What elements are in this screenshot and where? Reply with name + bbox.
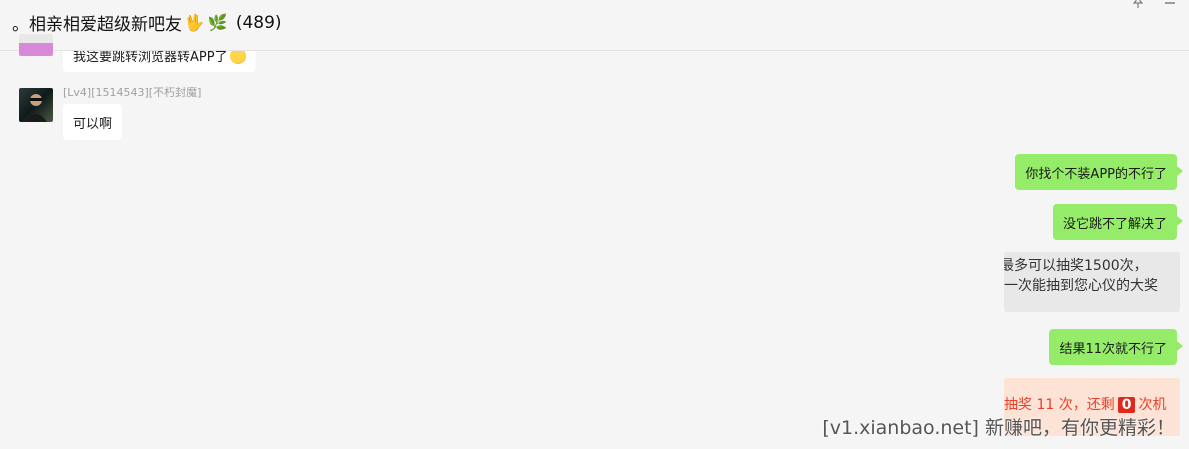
image-text-line: 已抽奖 11 次，还剩0次机 bbox=[1004, 394, 1166, 414]
pin-icon[interactable] bbox=[1128, 0, 1148, 12]
message-text: 你找个不装APP的不行了 bbox=[1025, 167, 1167, 182]
avatar[interactable] bbox=[19, 34, 53, 56]
minimize-icon[interactable] bbox=[1160, 0, 1180, 10]
member-count: (489) bbox=[235, 12, 282, 33]
person-icon bbox=[25, 94, 47, 122]
watermark: [v1.xianbao.net] 新赚吧，有你更精彩！ bbox=[822, 417, 1175, 439]
leaf-emoji-icon: 🌿 bbox=[207, 13, 228, 32]
chat-header: 。相亲相爱超级新吧友 🖖 🌿 (489) bbox=[0, 0, 1189, 51]
lottery-suffix-text: 次机 bbox=[1138, 397, 1167, 413]
avatar[interactable] bbox=[19, 88, 53, 122]
lottery-count-text: 已抽奖 11 次，还剩 bbox=[1004, 397, 1115, 413]
message-bubble[interactable]: 没它跳不了解决了 bbox=[1052, 204, 1184, 240]
message-bubble[interactable]: 结果11次就不行了 bbox=[1049, 329, 1183, 365]
message-text: 没它跳不了解决了 bbox=[1062, 217, 1167, 232]
chat-window: 。相亲相爱超级新吧友 🖖 🌿 (489) 我这要跳转浏览器转APP了 [Lv4]… bbox=[0, 0, 1189, 449]
sender-name: [Lv4][1514543][不朽封魔] bbox=[63, 86, 202, 99]
image-text-line: 最多可以抽奖1500次， bbox=[1004, 258, 1148, 274]
message-text: 我这要跳转浏览器转APP了 bbox=[73, 50, 228, 65]
message-bubble[interactable]: 你找个不装APP的不行了 bbox=[1015, 154, 1183, 190]
image-message[interactable]: 最多可以抽奖1500次， 有一次能抽到您心仪的大奖 bbox=[1004, 252, 1180, 312]
group-name: 。相亲相爱超级新吧友 bbox=[12, 15, 182, 35]
message-bubble[interactable]: 可以啊 bbox=[63, 104, 123, 140]
group-title[interactable]: 。相亲相爱超级新吧友 🖖 🌿 (489) bbox=[12, 10, 282, 36]
remaining-badge: 0 bbox=[1117, 397, 1136, 413]
image-text-line: 有一次能抽到您心仪的大奖 bbox=[1004, 278, 1158, 294]
hand-emoji-icon: 🖖 bbox=[184, 13, 204, 32]
message-text: 结果11次就不行了 bbox=[1059, 342, 1167, 357]
message-text: 可以啊 bbox=[73, 117, 113, 132]
